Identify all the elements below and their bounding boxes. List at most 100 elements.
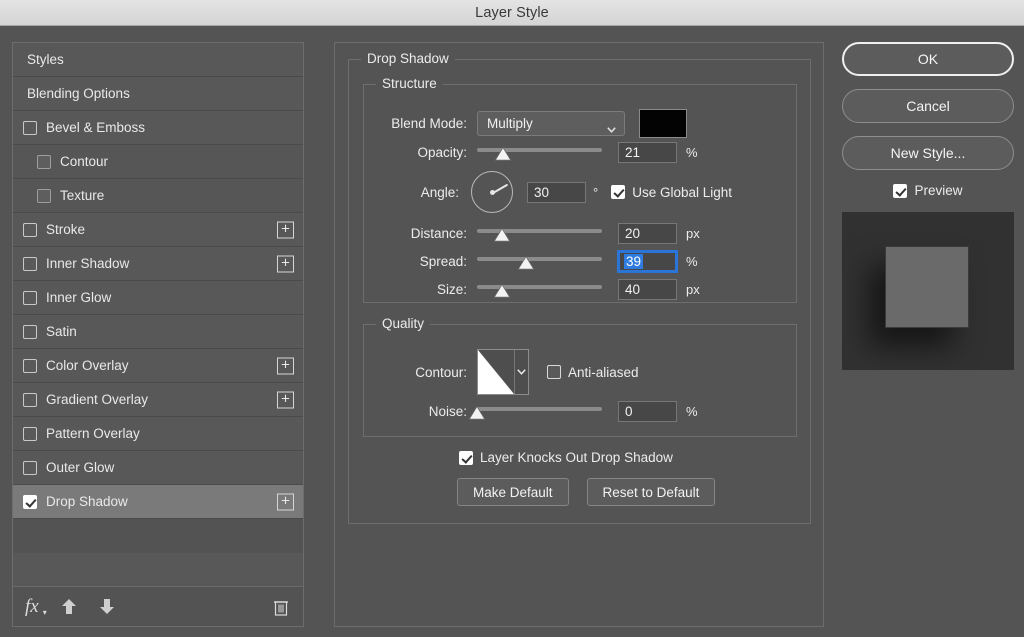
style-enable-checkbox[interactable]	[23, 325, 37, 339]
blend-mode-label: Blend Mode:	[357, 116, 467, 131]
blend-mode-select[interactable]: Multiply	[477, 111, 625, 136]
style-enable-checkbox[interactable]	[23, 461, 37, 475]
sidebar-item-inner-shadow[interactable]: Inner Shadow	[13, 247, 303, 281]
sidebar-item-color-overlay[interactable]: Color Overlay	[13, 349, 303, 383]
sidebar-item-stroke[interactable]: Stroke	[13, 213, 303, 247]
add-effect-plus-icon[interactable]	[277, 357, 294, 374]
spread-slider-track	[477, 257, 602, 261]
angle-unit: °	[593, 185, 598, 200]
opacity-unit: %	[686, 145, 698, 160]
add-effect-plus-icon[interactable]	[277, 391, 294, 408]
sidebar-item-styles[interactable]: Styles	[13, 43, 303, 77]
add-effect-plus-icon[interactable]	[277, 255, 294, 272]
arrow-up-icon[interactable]	[61, 597, 77, 616]
new-style-button[interactable]: New Style...	[842, 136, 1014, 170]
anti-aliased-box	[547, 365, 561, 379]
dialog-actions: OK Cancel New Style... Preview	[842, 42, 1014, 370]
layer-preview-thumbnail	[842, 212, 1014, 370]
sidebar-item-label: Styles	[27, 53, 64, 67]
sidebar-item-gradient-overlay[interactable]: Gradient Overlay	[13, 383, 303, 417]
opacity-slider[interactable]	[477, 144, 602, 162]
opacity-input[interactable]: 21	[618, 142, 677, 163]
sidebar-item-label: Drop Shadow	[46, 495, 128, 509]
add-effect-plus-icon[interactable]	[277, 221, 294, 238]
trash-icon[interactable]	[273, 597, 289, 616]
opacity-row: Opacity: 21 %	[357, 142, 698, 163]
use-global-light-checkbox[interactable]: Use Global Light	[611, 185, 732, 200]
noise-slider[interactable]	[477, 403, 602, 421]
spread-slider-thumb[interactable]	[517, 256, 534, 270]
chevron-down-icon[interactable]	[514, 350, 528, 394]
sidebar-item-label: Bevel & Emboss	[46, 121, 145, 135]
spread-slider[interactable]	[477, 253, 602, 271]
sidebar-item-label: Texture	[60, 189, 104, 203]
sidebar-item-satin[interactable]: Satin	[13, 315, 303, 349]
sidebar-item-pattern-overlay[interactable]: Pattern Overlay	[13, 417, 303, 451]
sidebar-item-label: Contour	[60, 155, 108, 169]
size-label: Size:	[357, 282, 467, 297]
opacity-slider-thumb[interactable]	[495, 147, 512, 161]
distance-slider[interactable]	[477, 225, 602, 243]
size-unit: px	[686, 282, 700, 297]
add-effect-plus-icon[interactable]	[277, 493, 294, 510]
preview-shape	[885, 246, 969, 328]
ok-button[interactable]: OK	[842, 42, 1014, 76]
window-title: Layer Style	[475, 5, 549, 21]
use-global-light-box	[611, 185, 625, 199]
sidebar-item-drop-shadow[interactable]: Drop Shadow	[13, 485, 303, 519]
style-enable-checkbox[interactable]	[23, 495, 37, 509]
style-enable-checkbox[interactable]	[23, 359, 37, 373]
noise-input[interactable]: 0	[618, 401, 677, 422]
distance-value: 20	[625, 226, 640, 241]
style-enable-checkbox[interactable]	[23, 427, 37, 441]
angle-dial-hub	[490, 190, 495, 195]
style-enable-checkbox[interactable]	[23, 223, 37, 237]
blend-mode-value: Multiply	[487, 116, 533, 131]
sidebar-item-contour[interactable]: Contour	[13, 145, 303, 179]
distance-slider-thumb[interactable]	[494, 228, 511, 242]
style-enable-checkbox[interactable]	[23, 257, 37, 271]
sidebar-item-texture[interactable]: Texture	[13, 179, 303, 213]
sidebar-item-inner-glow[interactable]: Inner Glow	[13, 281, 303, 315]
style-enable-checkbox[interactable]	[23, 121, 37, 135]
sidebar-item-label: Gradient Overlay	[46, 393, 148, 407]
sidebar-item-blending-options[interactable]: Blending Options	[13, 77, 303, 111]
style-enable-checkbox[interactable]	[37, 155, 51, 169]
style-enable-checkbox[interactable]	[37, 189, 51, 203]
preview-toggle[interactable]: Preview	[842, 183, 1014, 198]
arrow-down-icon[interactable]	[99, 597, 115, 616]
layer-knocks-out-checkbox[interactable]: Layer Knocks Out Drop Shadow	[459, 450, 673, 465]
contour-curve-icon	[478, 350, 514, 394]
shadow-color-swatch[interactable]	[639, 109, 687, 138]
size-slider-thumb[interactable]	[494, 284, 511, 298]
spread-row: Spread: 39 %	[357, 251, 698, 272]
size-input[interactable]: 40	[618, 279, 677, 300]
make-default-button[interactable]: Make Default	[457, 478, 569, 506]
noise-slider-thumb[interactable]	[469, 406, 486, 420]
contour-row: Contour: Anti-aliased	[357, 349, 639, 395]
default-buttons-row: Make Default Reset to Default	[457, 478, 715, 506]
sidebar-item-label: Color Overlay	[46, 359, 129, 373]
sidebar-item-label: Satin	[46, 325, 77, 339]
angle-input[interactable]: 30	[527, 182, 586, 203]
style-enable-checkbox[interactable]	[23, 393, 37, 407]
reset-to-default-button[interactable]: Reset to Default	[587, 478, 716, 506]
drop-shadow-group-title: Drop Shadow	[361, 51, 455, 66]
size-slider[interactable]	[477, 281, 602, 299]
use-global-light-label: Use Global Light	[632, 185, 732, 200]
styles-list: Styles Blending Options Bevel & Emboss Cont…	[13, 43, 303, 553]
sidebar-item-label: Stroke	[46, 223, 85, 237]
anti-aliased-checkbox[interactable]: Anti-aliased	[547, 365, 639, 380]
fx-icon[interactable]: fx▾	[25, 596, 39, 618]
contour-preset-picker[interactable]	[477, 349, 529, 395]
styles-sidebar: Styles Blending Options Bevel & Emboss Cont…	[12, 42, 304, 627]
sidebar-item-outer-glow[interactable]: Outer Glow	[13, 451, 303, 485]
opacity-value: 21	[625, 145, 640, 160]
spread-input[interactable]: 39	[618, 251, 677, 272]
angle-dial[interactable]	[471, 171, 513, 213]
cancel-button[interactable]: Cancel	[842, 89, 1014, 123]
preview-checkbox-box	[893, 184, 907, 198]
distance-input[interactable]: 20	[618, 223, 677, 244]
style-enable-checkbox[interactable]	[23, 291, 37, 305]
sidebar-item-bevel-emboss[interactable]: Bevel & Emboss	[13, 111, 303, 145]
